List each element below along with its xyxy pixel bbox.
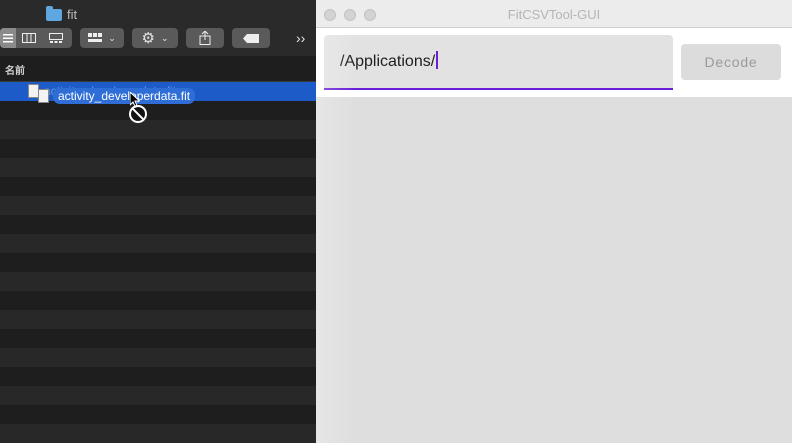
fitcsvtool-window: FitCSVTool-GUI /Applications/ Decode — [316, 0, 792, 443]
list-row — [0, 386, 316, 405]
file-list: activity_developerdata.fit — [0, 82, 316, 443]
list-row — [0, 253, 316, 272]
share-icon — [199, 31, 211, 45]
gallery-view-icon — [49, 33, 63, 43]
finder-titlebar: fit — [0, 0, 316, 28]
grid-icon — [88, 33, 103, 42]
list-row — [0, 177, 316, 196]
finder-toolbar: ⌄ ⚙ ⌄ ›› — [0, 28, 316, 56]
gear-icon: ⚙ — [141, 30, 155, 47]
list-row — [0, 272, 316, 291]
finder-window: fit ⌄ ⚙ ⌄ ›› 名前 activity_developerdata.f… — [0, 0, 316, 443]
action-button[interactable]: ⚙ ⌄ — [132, 28, 178, 48]
app-titlebar: FitCSVTool-GUI — [316, 0, 792, 28]
name-column-header[interactable]: 名前 — [0, 56, 316, 82]
tag-icon — [243, 33, 259, 43]
chevron-down-icon: ⌄ — [160, 32, 169, 43]
column-view-icon — [22, 33, 36, 43]
drag-file-label: activity_developerdata.fit — [53, 88, 196, 104]
file-icon — [38, 89, 49, 103]
list-row — [0, 139, 316, 158]
list-row — [0, 310, 316, 329]
list-row — [0, 367, 316, 386]
list-row — [0, 196, 316, 215]
list-row — [0, 348, 316, 367]
group-by-button[interactable]: ⌄ — [80, 28, 124, 48]
app-toolbar: /Applications/ Decode — [316, 28, 792, 97]
decode-button[interactable]: Decode — [681, 44, 781, 80]
column-view-button[interactable] — [18, 28, 40, 48]
text-caret — [436, 51, 439, 69]
share-button[interactable] — [186, 28, 224, 48]
no-drop-icon — [129, 105, 147, 123]
drag-ghost: activity_developerdata.fit — [38, 88, 196, 104]
path-input[interactable]: /Applications/ — [324, 35, 673, 90]
app-content-area — [316, 97, 792, 443]
finder-title: fit — [46, 5, 77, 23]
view-mode-segmented-control — [0, 28, 72, 48]
list-view-icon — [3, 33, 13, 42]
list-row — [0, 424, 316, 443]
list-row — [0, 158, 316, 177]
toolbar-overflow-icon[interactable]: ›› — [296, 30, 305, 46]
list-view-button[interactable] — [0, 28, 16, 48]
chevron-down-icon: ⌄ — [108, 32, 116, 43]
list-row — [0, 405, 316, 424]
folder-name: fit — [67, 6, 78, 22]
tag-button[interactable] — [232, 28, 270, 48]
name-column-label: 名前 — [5, 66, 25, 77]
list-row — [0, 291, 316, 310]
list-row — [0, 120, 316, 139]
window-title: FitCSVTool-GUI — [507, 7, 601, 22]
list-row — [0, 329, 316, 348]
list-row — [0, 215, 316, 234]
folder-icon — [46, 6, 62, 21]
gallery-view-button[interactable] — [44, 28, 68, 48]
window-edge-shadow — [316, 28, 356, 443]
list-row — [0, 234, 316, 253]
